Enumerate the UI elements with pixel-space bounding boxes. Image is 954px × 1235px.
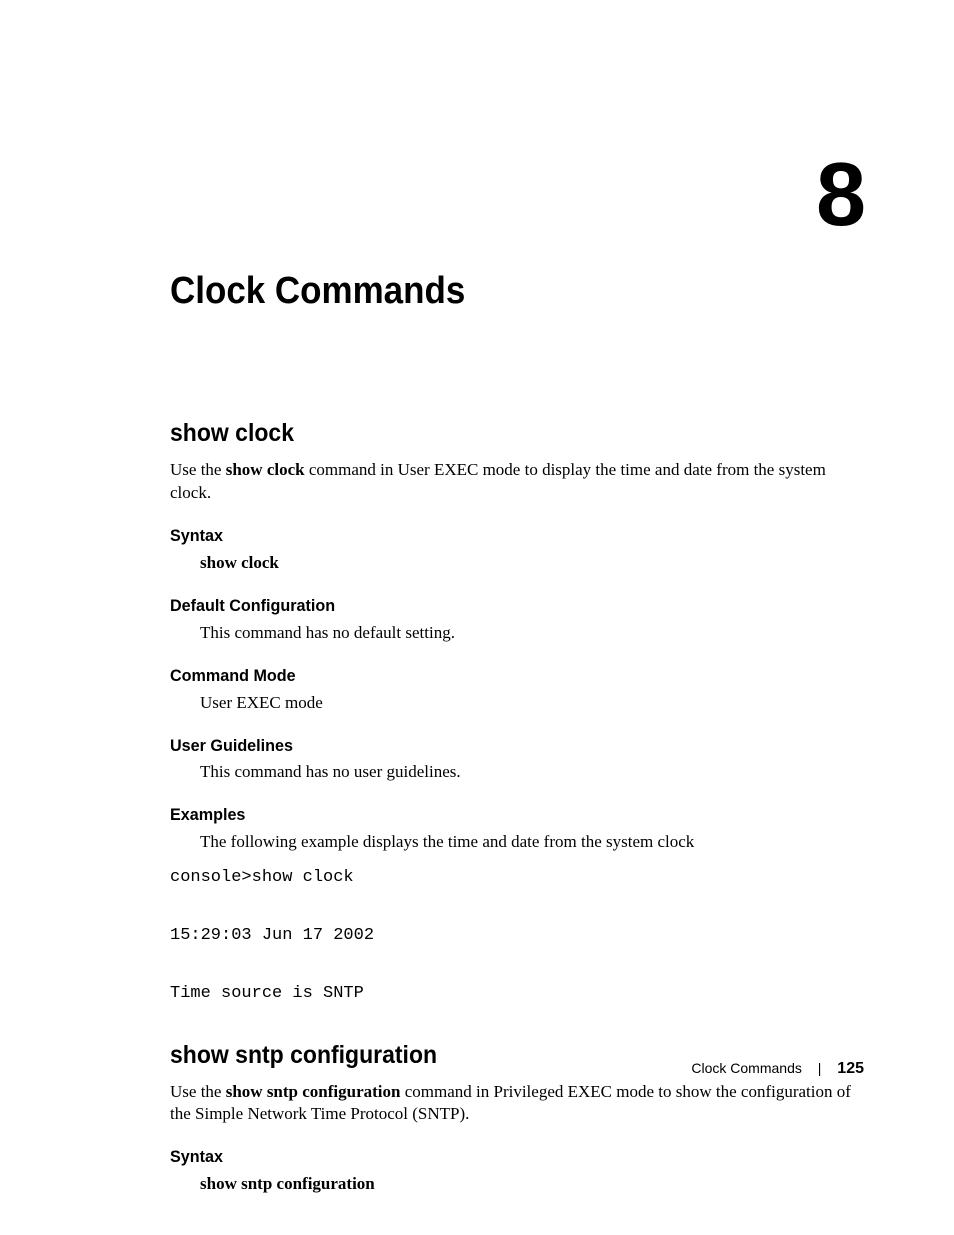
- intro-bold: show clock: [226, 460, 305, 479]
- syntax-heading: Syntax: [170, 1146, 829, 1169]
- examples-code: console>show clock 15:29:03 Jun 17 2002 …: [170, 864, 864, 1008]
- chapter-number: 8: [816, 150, 864, 240]
- default-config-heading: Default Configuration: [170, 595, 829, 618]
- command-mode-heading: Command Mode: [170, 665, 829, 688]
- command-mode-body: User EXEC mode: [170, 692, 864, 715]
- footer-section-name: Clock Commands: [691, 1060, 801, 1076]
- default-config-body: This command has no default setting.: [170, 622, 864, 645]
- intro-pre: Use the: [170, 460, 226, 479]
- user-guidelines-body: This command has no user guidelines.: [170, 761, 864, 784]
- section-intro: Use the show clock command in User EXEC …: [170, 459, 864, 505]
- intro-bold: show sntp configuration: [226, 1082, 401, 1101]
- page: 8 Clock Commands show clock Use the show…: [0, 0, 954, 1235]
- syntax-heading: Syntax: [170, 525, 829, 548]
- user-guidelines-heading: User Guidelines: [170, 735, 829, 758]
- chapter-title: Clock Commands: [170, 150, 808, 317]
- syntax-body: show clock: [170, 552, 864, 575]
- footer-separator: |: [806, 1059, 834, 1078]
- page-footer: Clock Commands | 125: [691, 1058, 864, 1080]
- section-show-clock: show clock Use the show clock command in…: [170, 417, 864, 1008]
- section-title: show clock: [170, 417, 808, 451]
- syntax-body: show sntp configuration: [170, 1173, 864, 1196]
- footer-page-number: 125: [837, 1060, 864, 1077]
- intro-pre: Use the: [170, 1082, 226, 1101]
- examples-heading: Examples: [170, 804, 829, 827]
- examples-body: The following example displays the time …: [170, 831, 864, 854]
- section-intro: Use the show sntp configuration command …: [170, 1081, 864, 1127]
